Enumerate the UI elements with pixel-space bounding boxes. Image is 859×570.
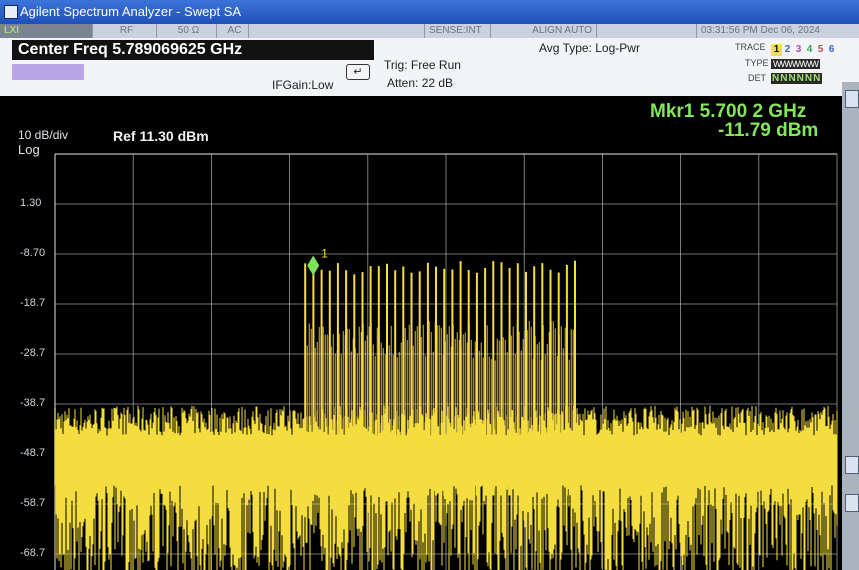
right-softkey-strip bbox=[842, 82, 859, 570]
y-tick-label: -68.7 bbox=[20, 547, 46, 559]
y-tick-label: -18.7 bbox=[20, 297, 46, 309]
ref-level-label: Ref 11.30 dBm bbox=[113, 128, 209, 144]
marker-amplitude-readout: -11.79 dBm bbox=[718, 120, 819, 141]
y-tick-label: -38.7 bbox=[20, 397, 46, 409]
y-tick-label: -58.7 bbox=[20, 497, 46, 509]
y-tick-label: -48.7 bbox=[20, 447, 46, 459]
softkey-icon-bottom[interactable] bbox=[845, 494, 859, 512]
marker-1[interactable]: 1 bbox=[307, 246, 328, 276]
softkey-icon-mid[interactable] bbox=[845, 456, 859, 474]
y-tick-label: -8.70 bbox=[20, 247, 46, 259]
softkey-icon-top[interactable] bbox=[845, 90, 859, 108]
scale-per-div-label: 10 dB/div bbox=[18, 128, 69, 142]
y-tick-label: -28.7 bbox=[20, 347, 46, 359]
spectrum-plot: 1 bbox=[54, 153, 838, 570]
y-tick-label: 1.30 bbox=[20, 197, 42, 209]
marker-diamond bbox=[307, 255, 320, 276]
marker-number-label: 1 bbox=[321, 246, 328, 260]
trace-band-fill bbox=[304, 320, 574, 446]
scale-type-label: Log bbox=[18, 142, 40, 157]
